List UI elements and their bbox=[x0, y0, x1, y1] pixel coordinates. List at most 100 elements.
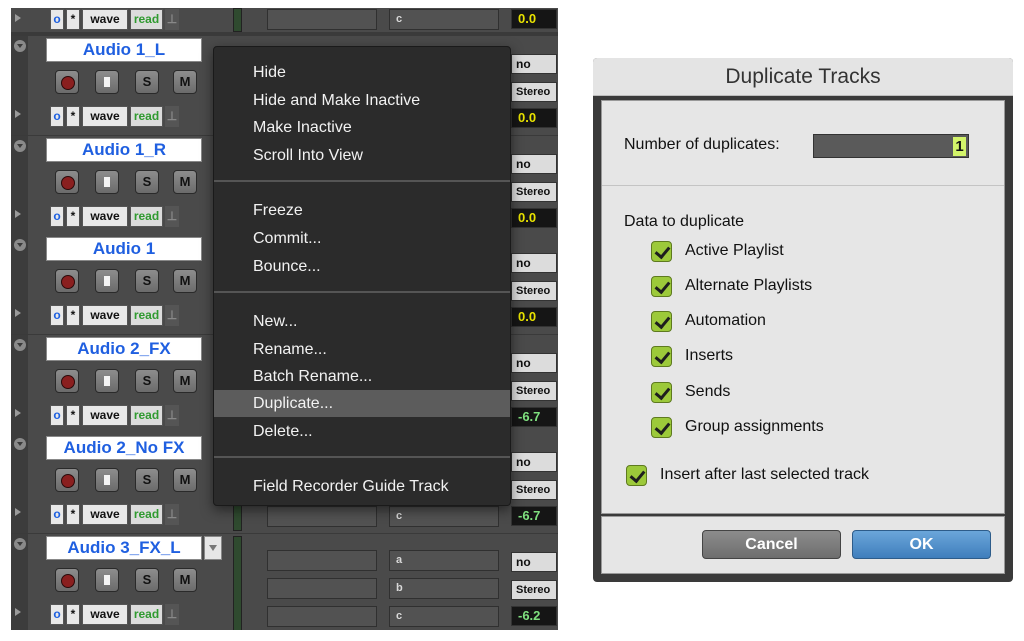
collapse-icon[interactable] bbox=[14, 339, 26, 351]
insert-field-a[interactable]: a bbox=[389, 550, 499, 571]
expand-icon[interactable] bbox=[15, 210, 21, 218]
menu-item-hide[interactable]: Hide bbox=[214, 59, 510, 86]
volume-readout[interactable]: 0.0 bbox=[511, 208, 557, 228]
input-monitor-button[interactable] bbox=[95, 269, 119, 293]
track-view-selector[interactable]: wave bbox=[82, 405, 128, 426]
mute-button[interactable]: M bbox=[173, 170, 197, 194]
record-button[interactable] bbox=[55, 468, 79, 492]
checkbox-checked-icon[interactable] bbox=[651, 276, 672, 297]
view-icon[interactable]: o bbox=[50, 206, 64, 227]
checkbox-checked-icon[interactable] bbox=[626, 465, 647, 486]
ok-button[interactable]: OK bbox=[852, 530, 991, 559]
mute-button[interactable]: M bbox=[173, 568, 197, 592]
collapse-icon[interactable] bbox=[14, 140, 26, 152]
snow-icon[interactable]: * bbox=[66, 106, 80, 127]
chevron-down-icon[interactable] bbox=[204, 536, 222, 560]
view-icon[interactable]: o bbox=[50, 405, 64, 426]
collapse-icon[interactable] bbox=[14, 438, 26, 450]
checkbox-checked-icon[interactable] bbox=[651, 417, 672, 438]
input-monitor-button[interactable] bbox=[95, 170, 119, 194]
expand-icon[interactable] bbox=[15, 14, 21, 22]
menu-item-freeze[interactable]: Freeze bbox=[214, 197, 510, 224]
menu-item-commit[interactable]: Commit... bbox=[214, 225, 510, 252]
menu-item-duplicate[interactable]: Duplicate... bbox=[214, 390, 510, 417]
snow-icon[interactable]: * bbox=[66, 9, 80, 30]
number-of-duplicates-input[interactable]: 1 bbox=[813, 134, 969, 158]
solo-button[interactable]: S bbox=[135, 170, 159, 194]
checkbox-checked-icon[interactable] bbox=[651, 346, 672, 367]
menu-item-delete[interactable]: Delete... bbox=[214, 418, 510, 445]
snow-icon[interactable]: * bbox=[66, 305, 80, 326]
insert-field-b[interactable]: b bbox=[389, 578, 499, 599]
menu-item-field-recorder-guide-track[interactable]: Field Recorder Guide Track bbox=[214, 473, 510, 500]
checkbox-checked-icon[interactable] bbox=[651, 311, 672, 332]
output-selector[interactable]: Stereo bbox=[511, 480, 557, 500]
send-field[interactable] bbox=[267, 506, 377, 527]
snow-icon[interactable]: * bbox=[66, 405, 80, 426]
automation-mode[interactable]: read bbox=[130, 9, 163, 30]
menu-item-new[interactable]: New... bbox=[214, 308, 510, 335]
panel-button[interactable]: no bbox=[511, 253, 557, 273]
volume-readout[interactable]: 0.0 bbox=[511, 108, 557, 128]
track-name[interactable]: Audio 1 bbox=[46, 237, 202, 261]
solo-button[interactable]: S bbox=[135, 369, 159, 393]
output-selector[interactable]: Stereo bbox=[511, 182, 557, 202]
input-monitor-button[interactable] bbox=[95, 468, 119, 492]
collapse-icon[interactable] bbox=[14, 40, 26, 52]
snow-icon[interactable]: * bbox=[66, 206, 80, 227]
checkbox-checked-icon[interactable] bbox=[651, 241, 672, 262]
panel-button[interactable]: no bbox=[511, 54, 557, 74]
collapse-icon[interactable] bbox=[14, 239, 26, 251]
volume-readout[interactable]: -6.7 bbox=[511, 407, 557, 427]
send-field[interactable] bbox=[267, 606, 377, 627]
expand-icon[interactable] bbox=[15, 508, 21, 516]
expand-icon[interactable] bbox=[15, 110, 21, 118]
input-monitor-button[interactable] bbox=[95, 369, 119, 393]
automation-mode[interactable]: read bbox=[130, 206, 163, 227]
send-field[interactable] bbox=[267, 578, 377, 599]
track-view-selector[interactable]: wave bbox=[82, 504, 128, 525]
send-field[interactable] bbox=[267, 550, 377, 571]
insert-field-c[interactable]: c bbox=[389, 9, 499, 30]
record-button[interactable] bbox=[55, 70, 79, 94]
expand-icon[interactable] bbox=[15, 608, 21, 616]
track-view-selector[interactable]: wave bbox=[82, 604, 128, 625]
volume-readout[interactable]: 0.0 bbox=[511, 9, 557, 29]
snow-icon[interactable]: * bbox=[66, 604, 80, 625]
view-icon[interactable]: o bbox=[50, 305, 64, 326]
track-name[interactable]: Audio 2_No FX bbox=[46, 436, 202, 460]
volume-readout[interactable]: 0.0 bbox=[511, 307, 557, 327]
menu-item-hide-and-make-inactive[interactable]: Hide and Make Inactive bbox=[214, 87, 510, 114]
track-view-selector[interactable]: wave bbox=[82, 305, 128, 326]
track-name[interactable]: Audio 1_L bbox=[46, 38, 202, 62]
snow-icon[interactable]: * bbox=[66, 504, 80, 525]
send-field[interactable] bbox=[267, 9, 377, 30]
menu-item-batch-rename[interactable]: Batch Rename... bbox=[214, 363, 510, 390]
record-button[interactable] bbox=[55, 269, 79, 293]
view-icon[interactable]: o bbox=[50, 604, 64, 625]
automation-mode[interactable]: read bbox=[130, 604, 163, 625]
view-icon[interactable]: o bbox=[50, 504, 64, 525]
solo-button[interactable]: S bbox=[135, 269, 159, 293]
mute-button[interactable]: M bbox=[173, 269, 197, 293]
automation-mode[interactable]: read bbox=[130, 305, 163, 326]
record-button[interactable] bbox=[55, 170, 79, 194]
output-selector[interactable]: Stereo bbox=[511, 381, 557, 401]
solo-button[interactable]: S bbox=[135, 70, 159, 94]
expand-icon[interactable] bbox=[15, 309, 21, 317]
record-button[interactable] bbox=[55, 369, 79, 393]
track-name[interactable]: Audio 2_FX bbox=[46, 337, 202, 361]
menu-item-make-inactive[interactable]: Make Inactive bbox=[214, 114, 510, 141]
menu-item-bounce[interactable]: Bounce... bbox=[214, 253, 510, 280]
panel-button[interactable]: no bbox=[511, 452, 557, 472]
insert-field-c[interactable]: c bbox=[389, 506, 499, 527]
insert-field-c[interactable]: c bbox=[389, 606, 499, 627]
panel-button[interactable]: no bbox=[511, 154, 557, 174]
automation-mode[interactable]: read bbox=[130, 504, 163, 525]
record-button[interactable] bbox=[55, 568, 79, 592]
collapse-icon[interactable] bbox=[14, 538, 26, 550]
solo-button[interactable]: S bbox=[135, 568, 159, 592]
output-selector[interactable]: Stereo bbox=[511, 580, 557, 600]
mute-button[interactable]: M bbox=[173, 468, 197, 492]
checkbox-checked-icon[interactable] bbox=[651, 382, 672, 403]
